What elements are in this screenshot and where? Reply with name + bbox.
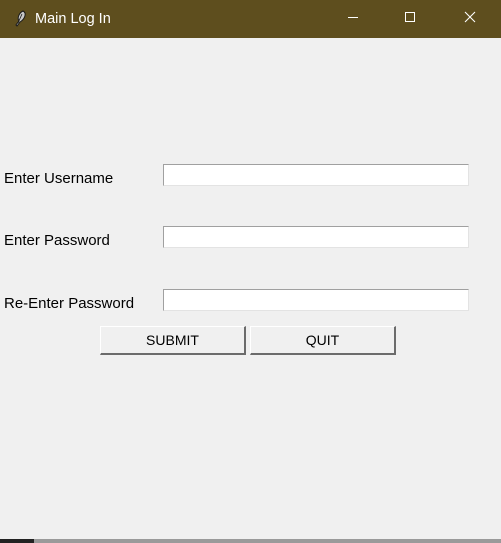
minimize-button[interactable] xyxy=(330,0,376,38)
window-title: Main Log In xyxy=(35,11,111,27)
feather-icon xyxy=(12,10,28,28)
bottom-edge xyxy=(0,539,501,543)
close-button[interactable] xyxy=(447,0,493,38)
username-label: Enter Username xyxy=(4,170,114,187)
username-input[interactable] xyxy=(163,164,469,186)
close-icon xyxy=(464,10,476,28)
client-area: Enter Username Enter Password Re-Enter P… xyxy=(0,38,501,541)
taskbar-fragment xyxy=(0,539,34,543)
quit-button[interactable]: QUIT xyxy=(250,326,396,355)
submit-button[interactable]: SUBMIT xyxy=(100,326,246,355)
reenter-password-input[interactable] xyxy=(163,289,469,311)
minimize-icon xyxy=(347,10,359,28)
maximize-button[interactable] xyxy=(387,0,433,38)
password-input[interactable] xyxy=(163,226,469,248)
title-bar[interactable]: Main Log In xyxy=(0,0,501,38)
reenter-password-label: Re-Enter Password xyxy=(4,295,135,312)
main-login-window: Main Log In Enter Username Enter Passwor… xyxy=(0,0,501,543)
maximize-icon xyxy=(404,10,416,28)
password-label: Enter Password xyxy=(4,232,110,249)
